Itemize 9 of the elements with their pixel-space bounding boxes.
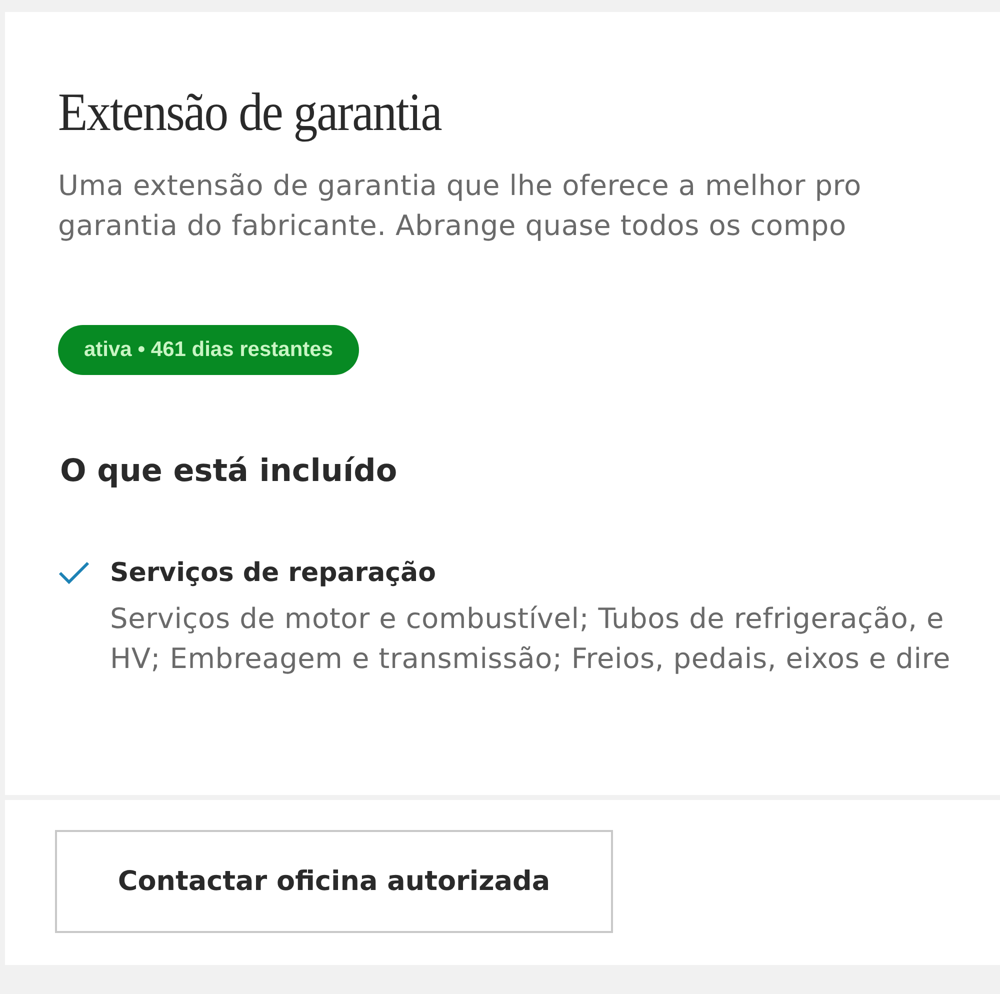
item-description: Serviços de motor e combustível; Tubos de refrigeração, e (110, 601, 944, 637)
description-text: Uma extensão de garantia que lhe oferece a melhor pro (58, 168, 862, 204)
item-title: Serviços de reparação (110, 557, 436, 590)
status-badge: ativa • 461 dias restantes (58, 325, 359, 375)
page-title: Extensão de garantia (58, 82, 442, 142)
contact-button[interactable]: Contactar oficina autorizada (55, 830, 613, 933)
section-heading: O que está incluído (60, 452, 398, 491)
description-text: garantia do fabricante. Abrange quase todos os compo (58, 208, 846, 244)
item-description: HV; Embreagem e transmissão; Freios, pedais, eixos e dire (110, 641, 951, 677)
